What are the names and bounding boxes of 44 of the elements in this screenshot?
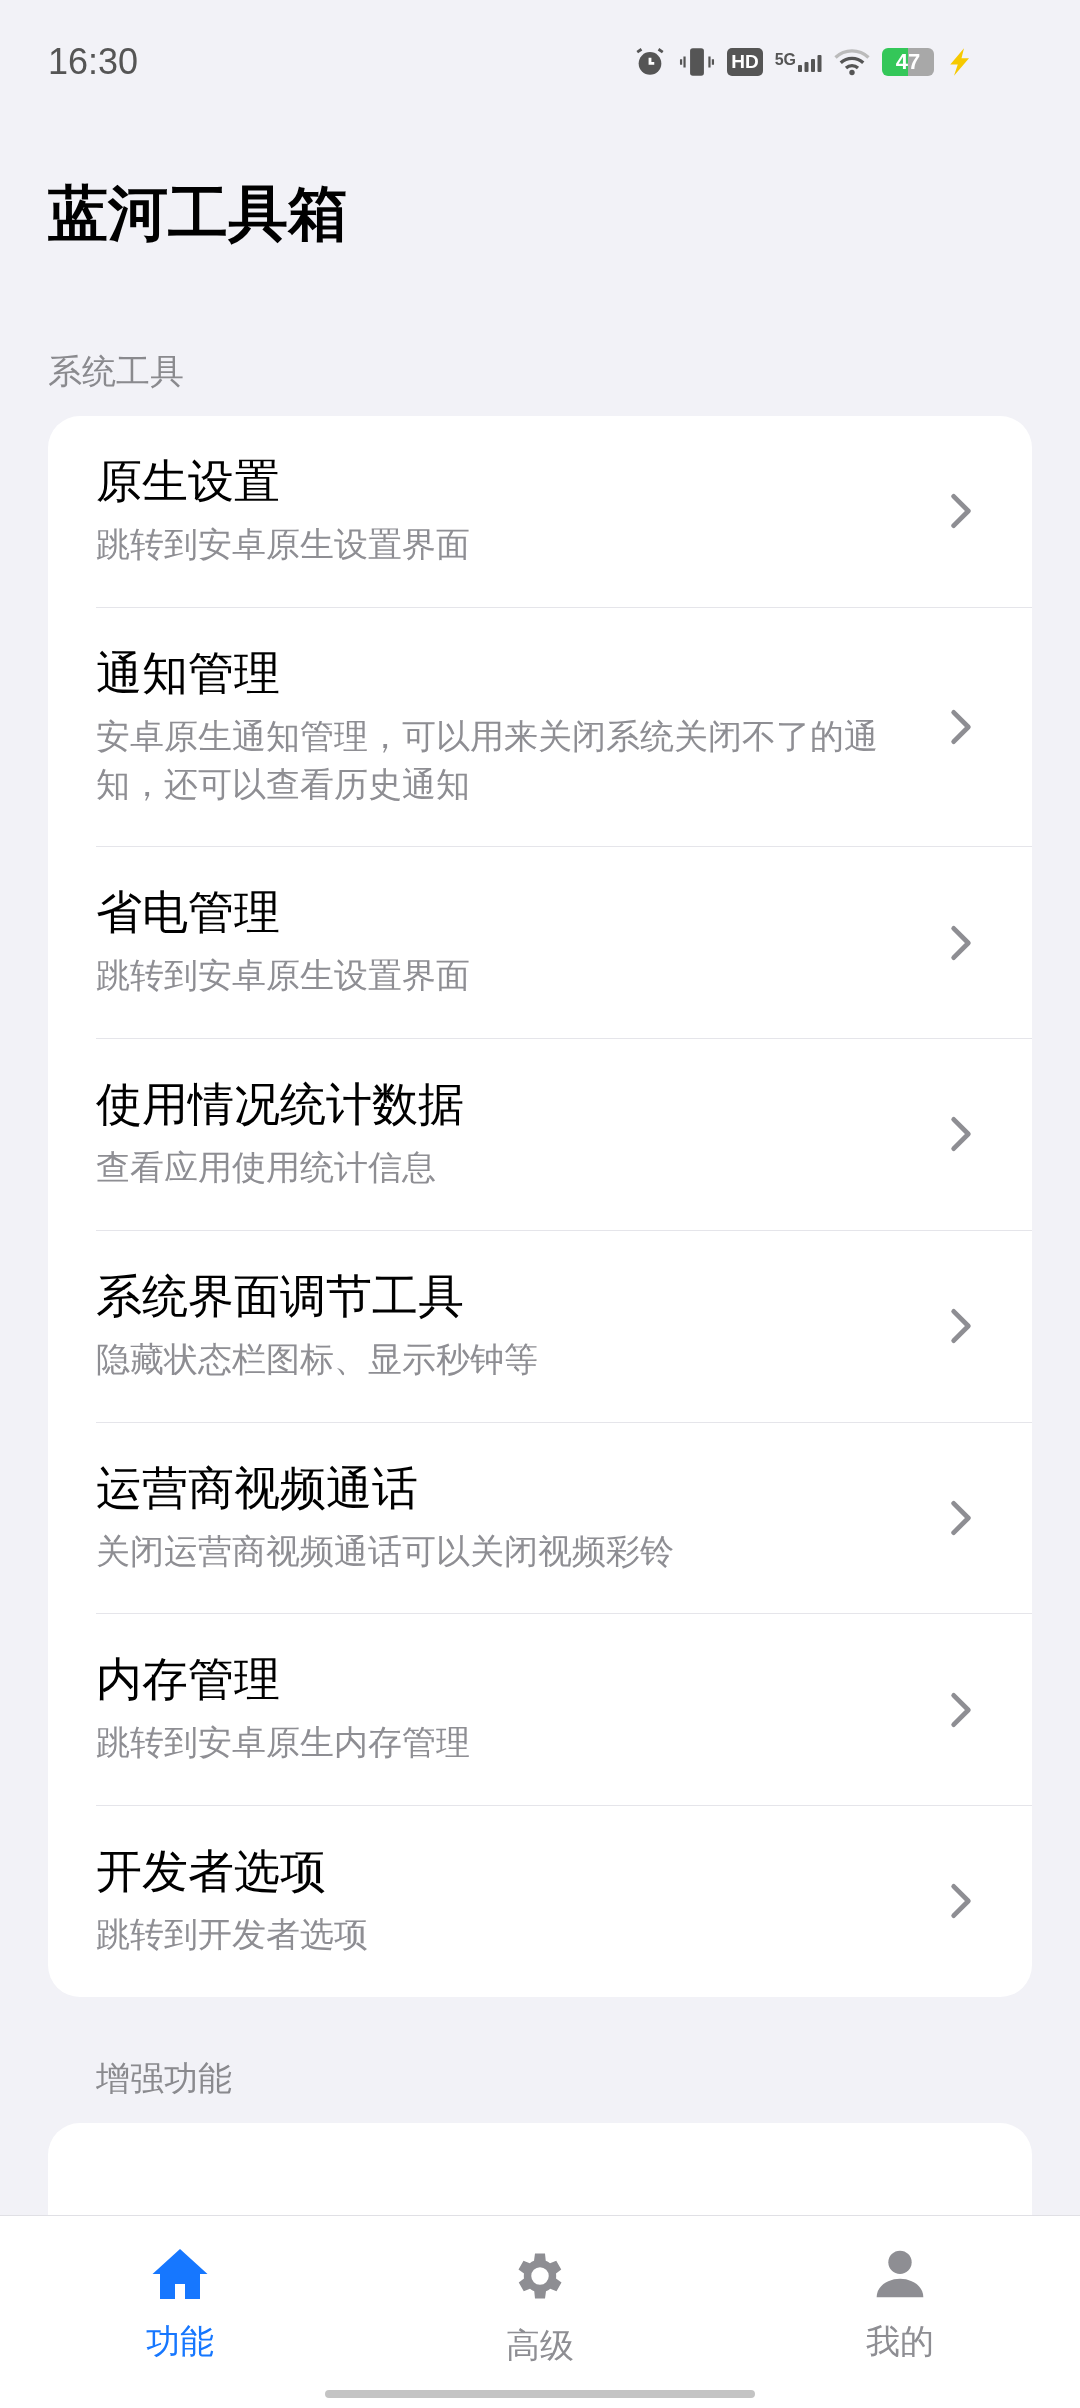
item-title: 通知管理 (96, 645, 281, 701)
item-title: 开发者选项 (96, 1844, 327, 1900)
item-description: 跳转到安卓原生设置界面 (96, 524, 471, 566)
section-header: 系统工具 (47, 354, 185, 388)
network-type-label: 5G (774, 52, 796, 68)
home-icon (150, 2246, 210, 2302)
chevron-right-icon (950, 707, 972, 746)
settings-list-item[interactable]: 使用情况统计数据 查看应用使用统计信息 (48, 1038, 1032, 1231)
item-description: 跳转到安卓原生设置界面 (96, 955, 471, 997)
item-description: 跳转到开发者选项 (96, 1914, 369, 1956)
item-description: 查看应用使用统计信息 (96, 1147, 437, 1189)
item-title: 使用情况统计数据 (96, 1076, 465, 1132)
item-title: 原生设置 (96, 454, 281, 509)
app-title: 蓝河工具箱 (47, 179, 349, 249)
chevron-right-icon (950, 1690, 972, 1729)
item-title: 省电管理 (96, 885, 281, 941)
settings-list-item[interactable]: 系统界面调节工具 隐藏状态栏图标、显示秒钟等 (48, 1230, 1032, 1423)
item-description: 关闭运营商视频通话可以关闭视频彩铃 (96, 1530, 675, 1572)
signal-icon (798, 52, 822, 72)
chevron-right-icon (950, 492, 972, 531)
nav-tab[interactable]: 功能 (90, 2246, 270, 2358)
hd-badge: HD (727, 48, 763, 76)
item-title: 内存管理 (96, 1652, 281, 1708)
section-header: 增强功能 (95, 2060, 233, 2095)
item-title: 运营商视频通话 (96, 1460, 419, 1516)
settings-list-item[interactable]: 原生设置 跳转到安卓原生设置界面 (48, 416, 1032, 608)
chevron-right-icon (950, 1115, 972, 1154)
settings-list-item[interactable]: 内存管理 跳转到安卓原生内存管理 (48, 1614, 1032, 1807)
wifi-icon (834, 48, 870, 76)
settings-list-item[interactable]: 通知管理 安卓原生通知管理，可以用来关闭系统关闭不了的通知，还可以查看历史通知 (48, 607, 1032, 848)
chevron-right-icon (950, 923, 972, 962)
item-description: 安卓原生通知管理，可以用来关闭系统关闭不了的通知，还可以查看历史通知 (96, 715, 879, 805)
chevron-right-icon (950, 1882, 972, 1921)
settings-list-item[interactable]: 省电管理 跳转到安卓原生设置界面 (48, 847, 1032, 1039)
item-title: 系统界面调节工具 (96, 1268, 465, 1324)
battery-indicator: 47 (882, 48, 934, 76)
item-description: 跳转到安卓原生内存管理 (96, 1722, 471, 1764)
vibrate-icon (679, 45, 716, 79)
item-description: 隐藏状态栏图标、显示秒钟等 (96, 1338, 539, 1380)
settings-list-item[interactable]: 运营商视频通话 关闭运营商视频通话可以关闭视频彩铃 (48, 1422, 1032, 1615)
chevron-right-icon (950, 1307, 972, 1346)
chevron-right-icon (950, 1498, 972, 1537)
status-time: 16:30 (48, 40, 139, 84)
settings-list-item[interactable]: 开发者选项 跳转到开发者选项 (48, 1806, 1032, 1997)
